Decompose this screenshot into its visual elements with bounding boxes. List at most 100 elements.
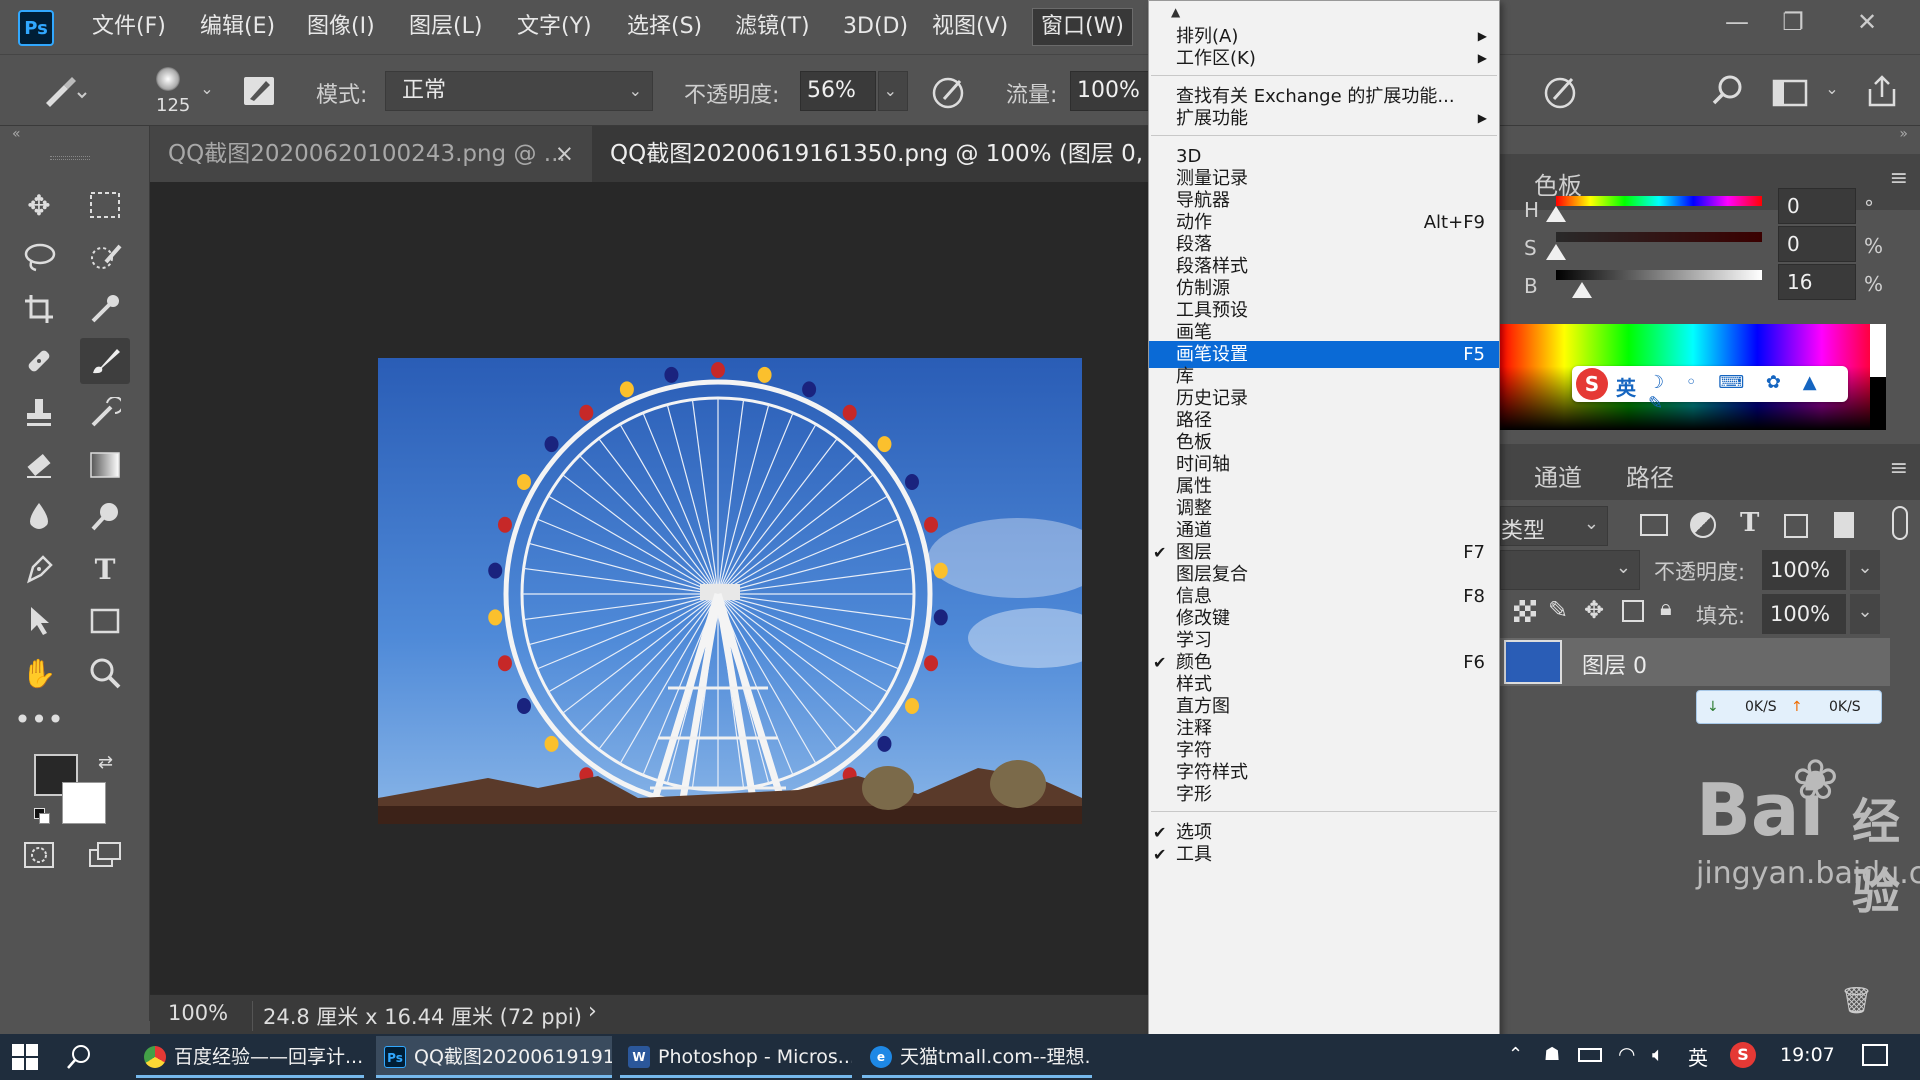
eraser-tool-icon[interactable]	[14, 442, 64, 488]
path-selection-tool-icon[interactable]	[14, 598, 64, 644]
filter-shape-icon[interactable]	[1784, 514, 1808, 538]
workspace-icon[interactable]	[1770, 73, 1810, 113]
tab-document-2[interactable]: QQ截图20200619161350.png @ 100% (图层 0, R	[592, 126, 1150, 182]
quick-select-tool-icon[interactable]	[80, 234, 130, 280]
window-menu-item[interactable]: 字形	[1149, 781, 1499, 808]
windows-start-icon[interactable]	[12, 1044, 38, 1070]
brush-size-preview[interactable]: 125	[150, 65, 190, 121]
collapse-icon[interactable]: «	[12, 126, 21, 142]
rectangle-tool-icon[interactable]	[80, 598, 130, 644]
hue-input[interactable]: 0	[1778, 188, 1856, 224]
lasso-tool-icon[interactable]	[14, 234, 64, 280]
chevron-down-icon[interactable]: ⌄	[1850, 594, 1880, 634]
document-image[interactable]	[378, 358, 1082, 824]
lock-artboard-icon[interactable]	[1622, 600, 1644, 622]
lock-position-icon[interactable]: ✥	[1584, 596, 1604, 624]
battery-icon[interactable]	[1578, 1048, 1602, 1062]
panel-menu-icon[interactable]: ≡	[1890, 166, 1908, 191]
menu-image[interactable]: 图像(I)	[307, 10, 375, 44]
window-menu-item[interactable]: 工作区(K) ▶	[1149, 45, 1499, 72]
filter-adjustment-icon[interactable]	[1690, 512, 1716, 538]
layer-opacity-input[interactable]: 100%	[1762, 550, 1846, 590]
background-color-swatch[interactable]	[62, 782, 106, 824]
pen-tool-icon[interactable]	[14, 546, 64, 592]
window-menu-item[interactable]: 扩展功能 ▶	[1149, 105, 1499, 132]
filter-image-icon[interactable]	[1640, 514, 1668, 536]
white-black-swatch[interactable]	[1870, 324, 1886, 430]
chevron-down-icon[interactable]: ⌄	[198, 79, 216, 98]
menu-view[interactable]: 视图(V)	[932, 10, 1008, 44]
close-window-icon[interactable]: ✕	[1842, 4, 1892, 40]
taskbar-chrome[interactable]: 百度经验——回享计...	[136, 1036, 364, 1078]
blur-tool-icon[interactable]	[14, 494, 64, 540]
share-icon[interactable]	[1862, 71, 1902, 111]
menu-window[interactable]: 窗口(W)	[1032, 8, 1133, 46]
brightness-input[interactable]: 16	[1778, 264, 1856, 300]
scroll-up-icon[interactable]: ▲	[1171, 5, 1180, 19]
clock[interactable]: 19:07	[1780, 1044, 1835, 1066]
menu-edit[interactable]: 编辑(E)	[200, 10, 275, 44]
healing-brush-tool-icon[interactable]	[14, 338, 64, 384]
clone-stamp-tool-icon[interactable]	[14, 390, 64, 436]
flow-input[interactable]: 100%	[1070, 71, 1150, 111]
eyedropper-tool-icon[interactable]	[80, 286, 130, 332]
more-tools-icon[interactable]: •••	[14, 696, 64, 742]
hand-tool-icon[interactable]: ✋	[14, 650, 64, 696]
wifi-icon[interactable]: ◠	[1618, 1042, 1635, 1066]
search-icon[interactable]	[1706, 71, 1750, 111]
opacity-dropdown[interactable]: ⌄	[878, 71, 908, 111]
minimize-icon[interactable]: —	[1712, 4, 1762, 40]
filter-smart-object-icon[interactable]	[1834, 512, 1854, 538]
filter-type-icon[interactable]: T	[1740, 508, 1759, 538]
crop-tool-icon[interactable]	[14, 286, 64, 332]
tab-paths[interactable]: 路径	[1626, 458, 1674, 493]
brush-panel-toggle-icon[interactable]	[240, 71, 280, 111]
fill-input[interactable]: 100%	[1762, 594, 1846, 634]
saturation-input[interactable]: 0	[1778, 226, 1856, 262]
taskbar-word[interactable]: W Photoshop - Micros...	[620, 1036, 852, 1078]
type-tool-icon[interactable]: T	[80, 546, 130, 592]
marquee-tool-icon[interactable]	[80, 182, 130, 228]
menu-type[interactable]: 文字(Y)	[517, 10, 592, 44]
lock-pixels-icon[interactable]: ✎	[1548, 596, 1568, 624]
blend-mode-select[interactable]: ⌄	[1500, 550, 1640, 590]
default-colors-icon[interactable]	[34, 808, 50, 824]
saturation-slider-thumb[interactable]	[1546, 244, 1566, 260]
ime-toolbar[interactable]: S 英 ☽ ◦ ⌨ ✿ ▲ ✎	[1572, 366, 1848, 414]
screen-mode-icon[interactable]	[80, 832, 130, 878]
opacity-input[interactable]: 56%	[800, 71, 876, 111]
history-brush-tool-icon[interactable]	[80, 390, 130, 436]
notification-icon[interactable]	[1862, 1044, 1888, 1066]
brush-tool-icon[interactable]	[80, 338, 130, 384]
canvas-area[interactable]	[150, 182, 1150, 994]
layer-row[interactable]: 图层 0	[1500, 638, 1890, 686]
expand-panels-icon[interactable]: »	[1899, 126, 1908, 142]
gradient-tool-icon[interactable]	[80, 442, 130, 488]
restore-icon[interactable]: ❐	[1768, 4, 1818, 40]
brightness-slider[interactable]	[1556, 270, 1762, 280]
taskbar-browser[interactable]: e 天猫tmall.com--理想...	[862, 1036, 1092, 1078]
tray-chevron-icon[interactable]: ⌃	[1508, 1044, 1523, 1065]
symmetry-icon[interactable]	[1540, 73, 1580, 113]
hue-slider-thumb[interactable]	[1546, 206, 1566, 222]
ime-indicator[interactable]: 英	[1688, 1042, 1708, 1071]
panel-menu-icon[interactable]: ≡	[1890, 456, 1908, 481]
lock-all-icon[interactable]: 🔒︎	[1660, 596, 1672, 621]
lock-transparent-icon[interactable]	[1514, 600, 1536, 622]
chevron-down-icon[interactable]: ⌄	[1850, 550, 1880, 590]
menu-filter[interactable]: 滤镜(T)	[735, 10, 810, 44]
swap-colors-icon[interactable]: ⇄	[98, 752, 113, 773]
layer-name[interactable]: 图层 0	[1582, 648, 1647, 680]
menu-layer[interactable]: 图层(L)	[409, 10, 482, 44]
search-icon[interactable]	[64, 1042, 94, 1072]
move-tool-icon[interactable]: ✥	[14, 182, 64, 228]
chevron-down-icon[interactable]: ⌄	[1822, 79, 1842, 98]
trash-icon[interactable]: 🗑︎	[1840, 986, 1873, 1016]
quick-mask-icon[interactable]	[14, 832, 64, 878]
close-icon[interactable]: ×	[555, 126, 574, 182]
hue-slider[interactable]	[1556, 196, 1762, 206]
layer-kind-select[interactable]: 类型 ⌄	[1500, 506, 1608, 546]
brush-preset-icon[interactable]	[38, 71, 88, 111]
taskbar-photoshop[interactable]: Ps QQ截图202006191916...	[376, 1036, 612, 1078]
zoom-level[interactable]: 100%	[168, 1001, 228, 1025]
